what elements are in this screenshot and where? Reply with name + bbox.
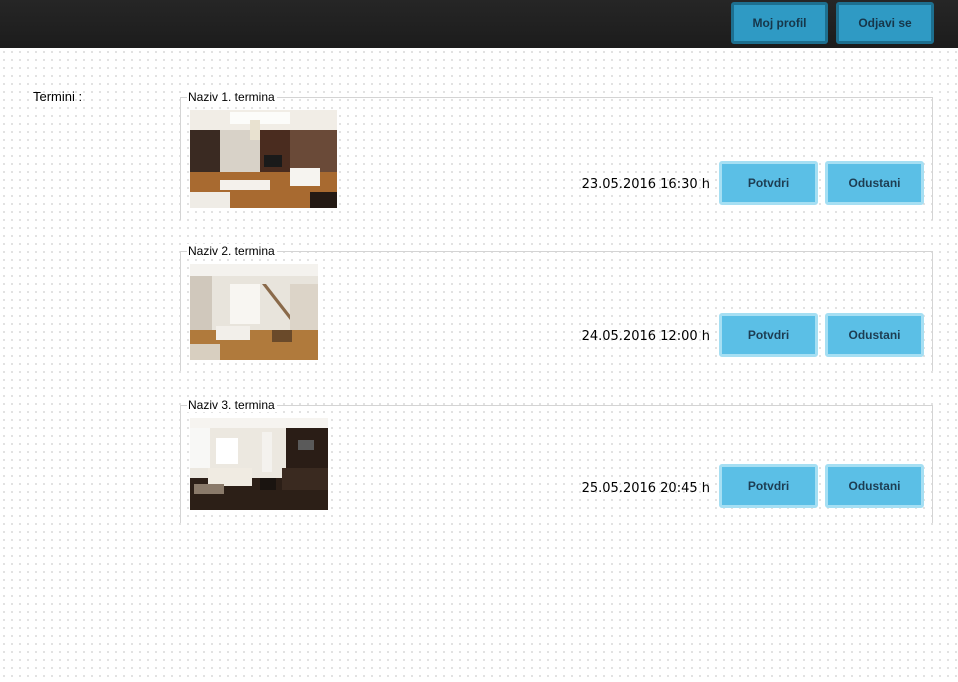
appointment-title: Naziv 2. termina <box>187 244 277 258</box>
confirm-button[interactable]: Potvdri <box>719 464 818 508</box>
appointment-photo <box>190 418 328 510</box>
confirm-button[interactable]: Potvdri <box>719 313 818 357</box>
cancel-button[interactable]: Odustani <box>825 464 924 508</box>
appointment-photo <box>190 110 337 208</box>
appointment-card-3: Naziv 3. termina 25.05.2016 20:45 h Potv… <box>180 398 933 523</box>
appointment-datetime: 24.05.2016 12:00 h <box>581 329 710 344</box>
logout-button[interactable]: Odjavi se <box>836 2 934 44</box>
my-profile-button[interactable]: Moj profil <box>731 2 828 44</box>
appointment-card-2: Naziv 2. termina 24.05.2016 12:00 h Potv… <box>180 244 933 371</box>
cancel-button[interactable]: Odustani <box>825 313 924 357</box>
appointment-title: Naziv 3. termina <box>187 398 277 412</box>
appointment-photo <box>190 264 318 360</box>
cancel-button[interactable]: Odustani <box>825 161 924 205</box>
appointment-card-1: Naziv 1. termina 23.05.2016 16:30 h Potv… <box>180 90 933 220</box>
appointments-section-label: Termini : <box>33 89 83 104</box>
appointment-datetime: 25.05.2016 20:45 h <box>581 481 710 496</box>
confirm-button[interactable]: Potvdri <box>719 161 818 205</box>
appointment-datetime: 23.05.2016 16:30 h <box>581 177 710 192</box>
top-navigation-bar: Moj profil Odjavi se <box>0 0 958 48</box>
appointment-title: Naziv 1. termina <box>187 90 277 104</box>
